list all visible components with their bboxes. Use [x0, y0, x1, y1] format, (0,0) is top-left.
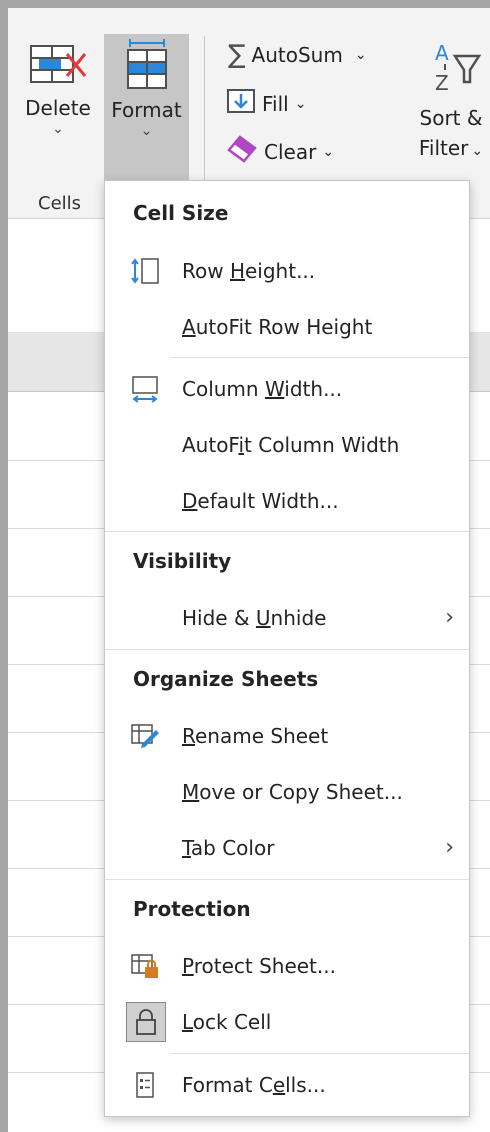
- menu-label: Format Cells...: [182, 1073, 326, 1097]
- fill-label: Fill: [262, 91, 289, 116]
- menu-item-autofit-row-height[interactable]: AutoFit Row Height: [106, 302, 468, 352]
- sort-filter-button[interactable]: A Z Sort & Filter ⌄: [412, 40, 490, 166]
- protect-sheet-icon: [130, 952, 160, 980]
- lock-icon: [126, 1002, 166, 1042]
- chevron-down-icon: ⌄: [354, 47, 367, 63]
- window-frame-top: [0, 0, 490, 8]
- menu-item-format-cells[interactable]: Format Cells...: [106, 1060, 468, 1110]
- menu-label: AutoFit Row Height: [182, 315, 373, 339]
- menu-item-rename-sheet[interactable]: Rename Sheet: [106, 711, 468, 761]
- chevron-down-icon: ⌄: [322, 143, 335, 160]
- menu-label: Lock Cell: [182, 1010, 272, 1034]
- chevron-down-icon: ⌄: [294, 95, 307, 112]
- chevron-down-icon: ⌄: [471, 143, 484, 159]
- section-organize-sheets: Organize Sheets: [133, 667, 319, 691]
- format-label: Format: [111, 98, 182, 122]
- format-cells-icon: [104, 38, 189, 97]
- menu-label: Rename Sheet: [182, 724, 329, 748]
- svg-text:A: A: [435, 41, 449, 65]
- group-separator: [204, 36, 205, 186]
- menu-separator: [105, 531, 469, 532]
- sigma-icon: ∑: [228, 40, 246, 70]
- chevron-right-icon: ›: [445, 835, 454, 860]
- chevron-down-icon: ⌄: [140, 123, 153, 139]
- menu-item-lock-cell[interactable]: Lock Cell: [106, 997, 468, 1047]
- menu-label: Hide & Unhide: [182, 606, 327, 630]
- clear-button[interactable]: Clear ⌄: [226, 134, 334, 169]
- format-cells-dialog-icon: [130, 1071, 160, 1099]
- window-frame-left: [0, 0, 8, 1132]
- menu-item-protect-sheet[interactable]: Protect Sheet...: [106, 941, 468, 991]
- autosum-label: AutoSum: [251, 43, 343, 67]
- svg-text:Z: Z: [435, 71, 449, 95]
- row-height-icon: [130, 257, 160, 285]
- menu-separator: [105, 649, 469, 650]
- menu-item-autofit-column-width[interactable]: AutoFit Column Width: [106, 420, 468, 470]
- menu-label: Default Width...: [182, 489, 339, 513]
- delete-label: Delete: [25, 96, 91, 120]
- menu-separator: [105, 879, 469, 880]
- section-cell-size: Cell Size: [133, 201, 229, 225]
- chevron-down-icon: ⌄: [52, 121, 64, 137]
- fill-button[interactable]: Fill ⌄: [226, 88, 306, 119]
- menu-label: Column Width...: [182, 377, 343, 401]
- rename-sheet-icon: [130, 722, 160, 750]
- sort-filter-label-line1: Sort &: [419, 106, 483, 130]
- sort-filter-icon: A Z: [412, 40, 490, 103]
- autosum-button[interactable]: ∑ AutoSum ⌄: [228, 40, 367, 70]
- menu-item-move-copy-sheet[interactable]: Move or Copy Sheet...: [106, 767, 468, 817]
- menu-item-row-height[interactable]: Row Height...: [106, 246, 468, 296]
- menu-label: Row Height...: [182, 259, 316, 283]
- section-visibility: Visibility: [133, 549, 232, 573]
- column-width-icon: [130, 375, 160, 403]
- delete-cells-icon: [18, 40, 98, 95]
- fill-down-icon: [226, 88, 256, 119]
- menu-separator: [171, 1053, 469, 1054]
- cells-group-label: Cells: [38, 193, 82, 214]
- delete-button[interactable]: Delete ⌄: [18, 40, 98, 170]
- menu-item-tab-color[interactable]: Tab Color ›: [106, 823, 468, 873]
- chevron-right-icon: ›: [445, 605, 454, 630]
- menu-item-column-width[interactable]: Column Width...: [106, 364, 468, 414]
- clear-label: Clear: [264, 139, 317, 164]
- menu-label: Protect Sheet...: [182, 954, 336, 978]
- format-dropdown-menu: Cell Size Row Height... AutoFit Row Heig…: [104, 180, 470, 1117]
- menu-label: AutoFit Column Width: [182, 433, 400, 457]
- format-button[interactable]: Format ⌄: [104, 34, 189, 180]
- sort-filter-label-line2: Filter ⌄: [418, 136, 484, 160]
- menu-item-default-width[interactable]: Default Width...: [106, 476, 468, 526]
- menu-label: Tab Color: [182, 836, 275, 860]
- eraser-icon: [226, 134, 258, 169]
- menu-separator: [171, 357, 469, 358]
- menu-label: Move or Copy Sheet...: [182, 780, 403, 804]
- menu-item-hide-unhide[interactable]: Hide & Unhide ›: [106, 593, 468, 643]
- section-protection: Protection: [133, 897, 251, 921]
